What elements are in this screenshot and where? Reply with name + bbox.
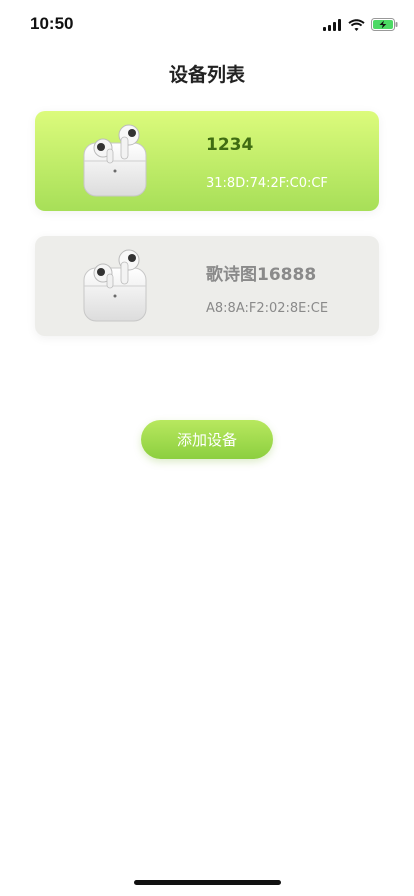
status-icons bbox=[323, 16, 398, 35]
device-card-2[interactable]: 歌诗图16888 A8:8A:F2:02:8E:CE bbox=[35, 236, 379, 336]
device-card-1[interactable]: 1234 31:8D:74:2F:C0:CF bbox=[35, 111, 379, 211]
status-bar: 10:50 bbox=[0, 0, 414, 50]
earbuds-case-image bbox=[81, 123, 151, 199]
battery-charging-icon bbox=[371, 16, 398, 35]
device-name: 歌诗图16888 bbox=[206, 265, 317, 285]
status-time: 10:50 bbox=[30, 14, 74, 33]
earbuds-case-image bbox=[81, 248, 151, 324]
cellular-signal-icon bbox=[323, 16, 342, 35]
add-device-button[interactable]: 添加设备 bbox=[141, 420, 273, 459]
device-mac-address: 31:8D:74:2F:C0:CF bbox=[206, 176, 328, 191]
device-mac-address: A8:8A:F2:02:8E:CE bbox=[206, 301, 329, 316]
wifi-icon bbox=[348, 16, 365, 35]
device-name: 1234 bbox=[206, 135, 254, 155]
page-title: 设备列表 bbox=[168, 64, 245, 86]
home-indicator bbox=[134, 880, 281, 885]
